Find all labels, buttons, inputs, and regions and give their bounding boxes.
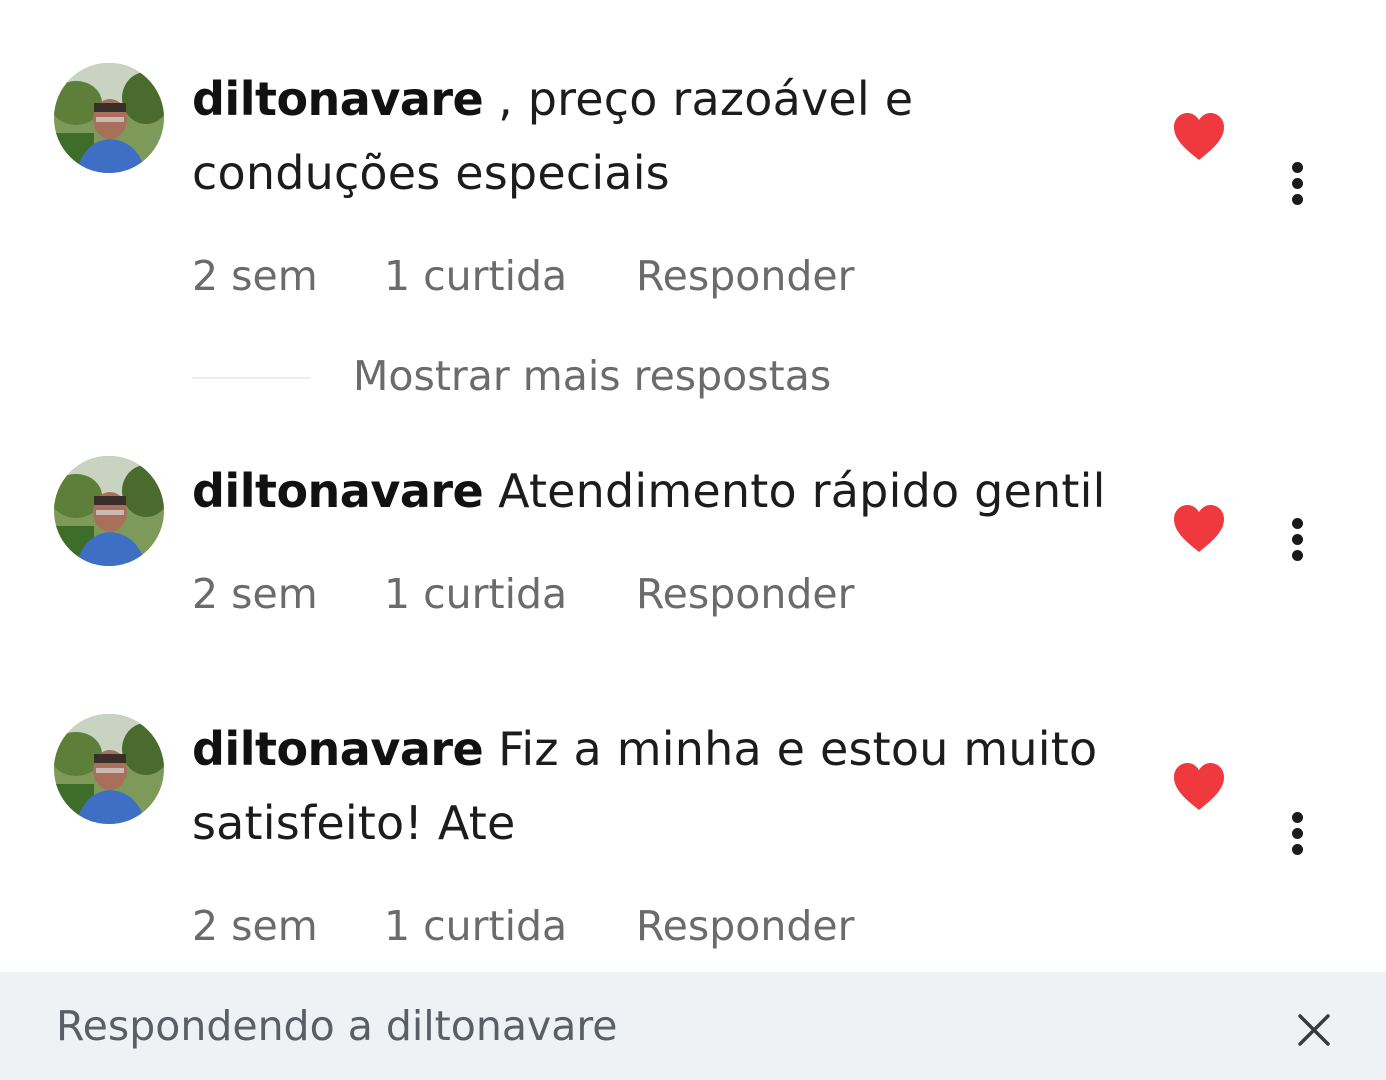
more-options-icon[interactable] xyxy=(1286,812,1310,860)
avatar-image xyxy=(54,456,164,566)
replying-to-bar: Respondendo a diltonavare xyxy=(0,972,1386,1080)
reply-button[interactable]: Responder xyxy=(636,902,854,950)
comment-body: Atendimento rápido gentil xyxy=(483,464,1106,518)
heart-icon[interactable] xyxy=(1172,504,1226,554)
replies-divider xyxy=(192,377,310,379)
comment-likes[interactable]: 1 curtida xyxy=(384,252,567,300)
avatar[interactable] xyxy=(54,456,164,566)
comment-likes[interactable]: 1 curtida xyxy=(384,570,567,618)
show-more-replies[interactable]: Mostrar mais respostas xyxy=(192,352,892,406)
heart-icon[interactable] xyxy=(1172,112,1226,162)
avatar[interactable] xyxy=(54,714,164,824)
more-options-icon[interactable] xyxy=(1286,162,1310,210)
comment-text: diltonavare Atendimento rápido gentil xyxy=(192,454,1132,528)
comment-time: 2 sem xyxy=(192,252,318,300)
comment-username[interactable]: diltonavare xyxy=(192,464,484,518)
comment-username[interactable]: diltonavare xyxy=(192,722,484,776)
reply-button[interactable]: Responder xyxy=(636,252,854,300)
reply-button[interactable]: Responder xyxy=(636,570,854,618)
avatar-image xyxy=(54,714,164,824)
avatar[interactable] xyxy=(54,63,164,173)
show-more-replies-label[interactable]: Mostrar mais respostas xyxy=(353,352,831,400)
avatar-image xyxy=(54,63,164,173)
comment-likes[interactable]: 1 curtida xyxy=(384,902,567,950)
comment-text: diltonavare , preço razoável e conduções… xyxy=(192,62,1132,210)
replying-to-label: Respondendo a diltonavare xyxy=(56,1002,618,1050)
comment-text: diltonavare Fiz a minha e estou muito sa… xyxy=(192,712,1132,860)
close-icon[interactable] xyxy=(1294,1010,1334,1050)
comment-username[interactable]: diltonavare xyxy=(192,72,484,126)
heart-icon[interactable] xyxy=(1172,762,1226,812)
more-options-icon[interactable] xyxy=(1286,518,1310,566)
comment-time: 2 sem xyxy=(192,902,318,950)
comment-time: 2 sem xyxy=(192,570,318,618)
